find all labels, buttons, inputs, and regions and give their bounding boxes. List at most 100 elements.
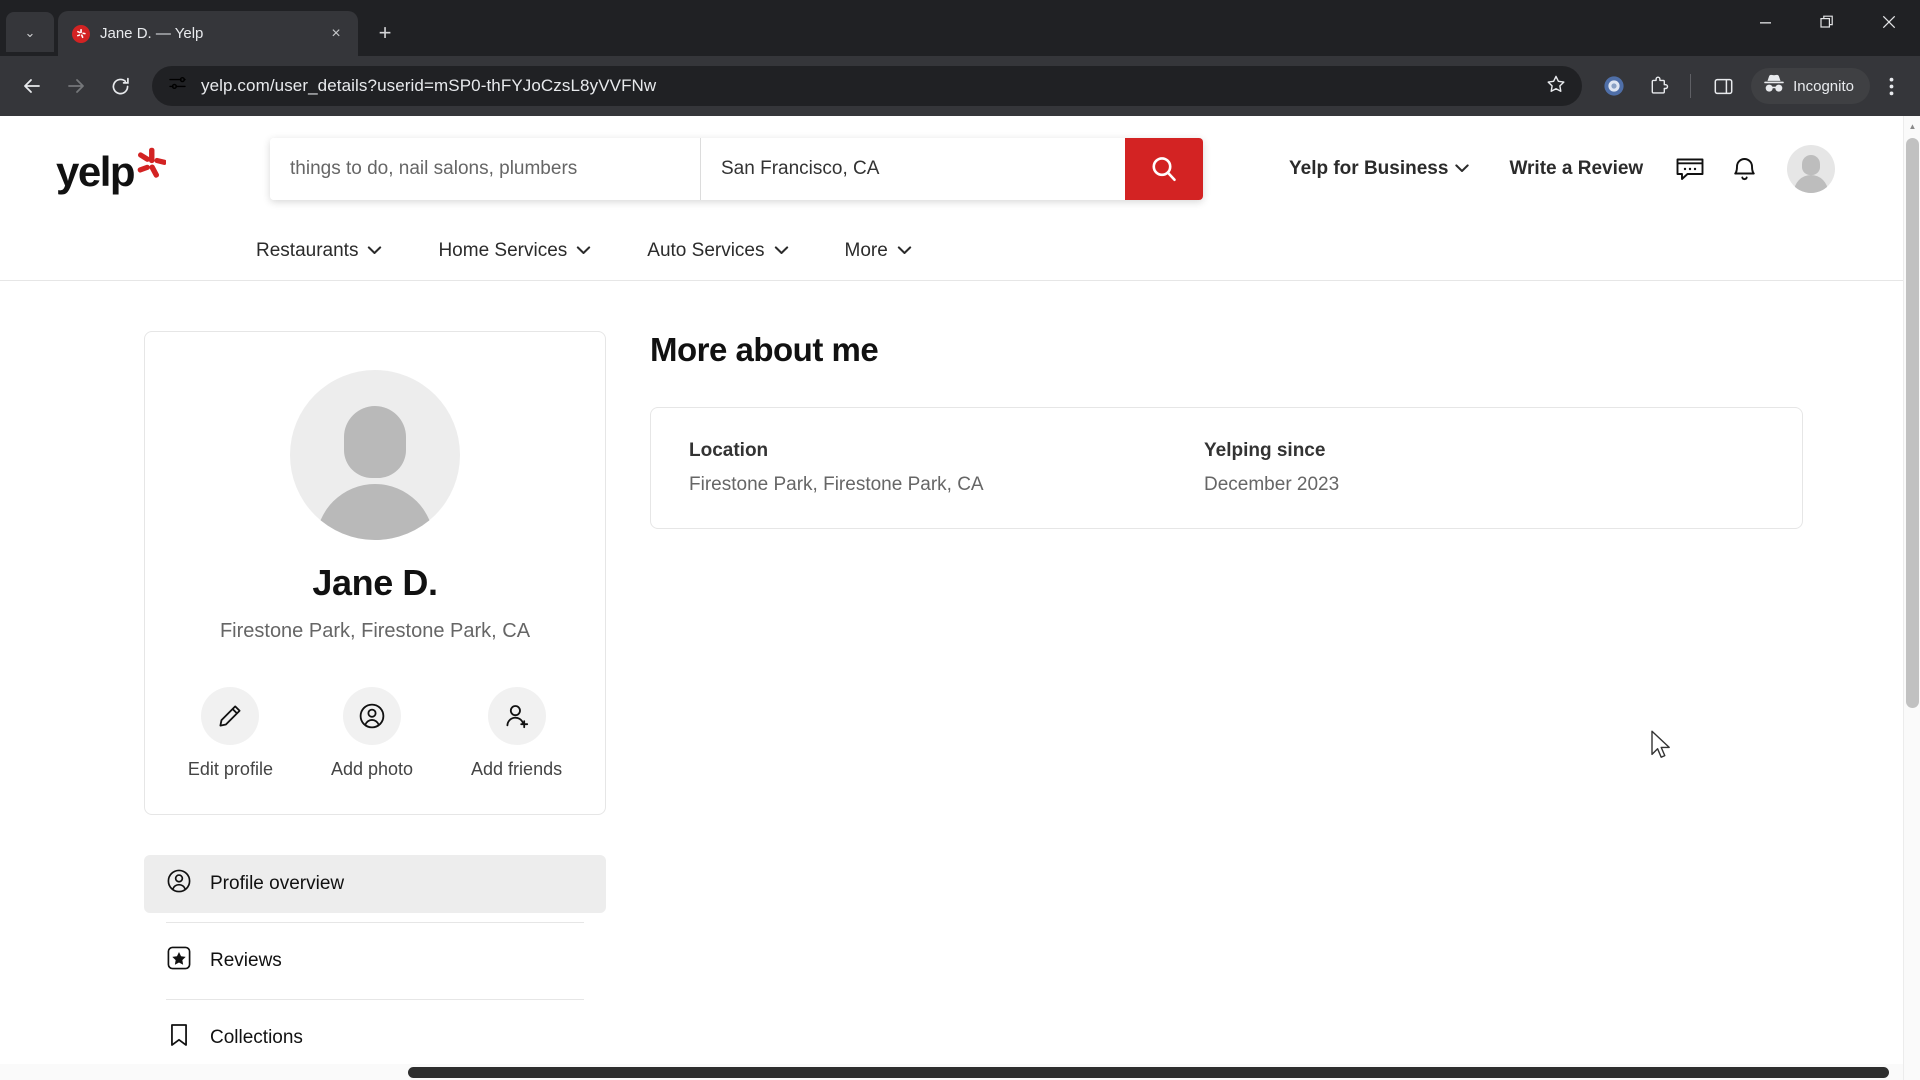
header-right-nav: Yelp for Business Write a Review <box>1269 142 1836 196</box>
profile-name: Jane D. <box>312 562 438 603</box>
back-icon[interactable] <box>12 66 52 106</box>
horizontal-scrollbar[interactable] <box>0 1064 1903 1080</box>
divider <box>166 999 584 1000</box>
forward-icon[interactable] <box>56 66 96 106</box>
toolbar-divider <box>1690 74 1692 98</box>
pencil-icon <box>201 687 260 745</box>
avatar-head <box>1802 154 1821 175</box>
yelp-burst-icon <box>72 24 90 43</box>
chevron-down-icon: ⌄ <box>24 24 36 40</box>
browser-menu-icon[interactable] <box>1874 66 1908 106</box>
vertical-scrollbar[interactable]: ▲ <box>1903 116 1920 1080</box>
avatar-body <box>316 484 434 540</box>
browser-tab[interactable]: Jane D. — Yelp × <box>58 11 358 56</box>
page-viewport: yelp things to do, nail salons, plumbers… <box>0 116 1920 1080</box>
info-yelping-since-value: December 2023 <box>1204 474 1340 495</box>
sidebar-item-reviews[interactable]: Reviews <box>144 932 606 990</box>
vertical-scrollbar-thumb[interactable] <box>1906 138 1919 708</box>
divider <box>166 922 584 923</box>
edit-profile-label: Edit profile <box>187 759 273 779</box>
subnav-item-home-services[interactable]: Home Services <box>410 240 619 262</box>
sidebar-item-label: Reviews <box>210 950 282 971</box>
messages-icon[interactable] <box>1663 142 1717 196</box>
profile-nav: Profile overview Reviews Collections <box>144 855 606 1064</box>
info-location-value: Firestone Park, Firestone Park, CA <box>689 474 984 495</box>
chevron-down-icon <box>577 246 591 254</box>
edit-profile-button[interactable]: Edit profile <box>188 687 273 780</box>
category-subnav: Restaurants Home Services Auto Services … <box>0 221 1903 281</box>
sidebar-item-collections[interactable]: Collections <box>144 1009 606 1064</box>
yelp-burst-icon <box>137 147 166 178</box>
page-content: Jane D. Firestone Park, Firestone Park, … <box>0 281 1903 1064</box>
close-icon[interactable]: × <box>324 22 348 46</box>
profile-location: Firestone Park, Firestone Park, CA <box>219 620 531 642</box>
incognito-icon <box>1763 74 1785 98</box>
incognito-badge[interactable]: Incognito <box>1751 68 1870 104</box>
subnav-label: Restaurants <box>256 239 359 261</box>
subnav-label: Auto Services <box>647 239 765 261</box>
bookmark-star-icon[interactable] <box>1546 74 1566 99</box>
sidebar-item-label: Collections <box>210 1027 303 1048</box>
restore-icon[interactable] <box>1796 0 1858 44</box>
person-circle-icon <box>342 687 401 745</box>
write-a-review-label: Write a Review <box>1509 157 1644 179</box>
avatar-head <box>344 406 406 478</box>
scroll-up-arrow-icon[interactable]: ▲ <box>1904 118 1920 135</box>
person-circle-icon <box>166 868 192 900</box>
browser-window: ⌄ Jane D. — Yelp × + yelp.com/user_detai… <box>0 0 1920 1080</box>
profile-sidebar: Jane D. Firestone Park, Firestone Park, … <box>144 331 606 1064</box>
info-location-label: Location <box>689 440 769 461</box>
avatar-body <box>1794 174 1829 193</box>
sidebar-item-profile-overview[interactable]: Profile overview <box>144 855 606 913</box>
sidebar-item-label: Profile overview <box>210 873 345 894</box>
about-info-card: Location Firestone Park, Firestone Park,… <box>650 407 1803 529</box>
subnav-item-auto-services[interactable]: Auto Services <box>619 240 816 262</box>
reload-icon[interactable] <box>100 66 140 106</box>
close-window-icon[interactable] <box>1858 0 1920 44</box>
subnav-label: More <box>844 239 888 261</box>
tab-title: Jane D. — Yelp <box>100 25 204 42</box>
tab-strip: ⌄ Jane D. — Yelp × + <box>0 0 1920 56</box>
write-a-review-link[interactable]: Write a Review <box>1489 158 1663 180</box>
star-square-icon <box>166 945 192 977</box>
extensions-icon[interactable] <box>1638 66 1678 106</box>
profile-pill-icon[interactable] <box>1594 66 1634 106</box>
tab-search-button[interactable]: ⌄ <box>6 12 54 52</box>
add-friends-label: Add friends <box>471 759 563 779</box>
profile-card: Jane D. Firestone Park, Firestone Park, … <box>144 331 606 815</box>
incognito-label: Incognito <box>1793 77 1854 95</box>
add-friends-button[interactable]: Add friends <box>471 687 562 780</box>
person-add-icon <box>487 687 546 745</box>
yelp-header: yelp things to do, nail salons, plumbers… <box>0 116 1903 221</box>
url-text: yelp.com/user_details?userid=mSP0-thFYJo… <box>201 76 657 95</box>
yelp-for-business-label: Yelp for Business <box>1289 157 1449 179</box>
chevron-down-icon <box>774 246 788 254</box>
location-input[interactable] <box>700 137 1125 200</box>
subnav-item-restaurants[interactable]: Restaurants <box>228 240 410 262</box>
horizontal-scrollbar-thumb[interactable] <box>408 1067 1889 1078</box>
minimize-icon[interactable] <box>1734 0 1796 44</box>
side-panel-icon[interactable] <box>1703 66 1743 106</box>
yelp-logo-text: yelp <box>56 147 136 195</box>
user-avatar[interactable] <box>1787 144 1836 193</box>
tune-icon[interactable] <box>168 74 187 98</box>
search-button[interactable] <box>1125 137 1203 200</box>
profile-avatar[interactable] <box>290 370 460 540</box>
subnav-item-more[interactable]: More <box>817 240 940 262</box>
add-photo-button[interactable]: Add photo <box>331 687 413 780</box>
subnav-label: Home Services <box>438 239 568 261</box>
search-bar <box>270 137 1203 200</box>
yelp-logo[interactable]: yelp <box>56 147 166 195</box>
notifications-bell-icon[interactable] <box>1717 142 1771 196</box>
window-controls <box>1734 0 1920 44</box>
info-location: Location Firestone Park, Firestone Park,… <box>689 440 1204 496</box>
search-input[interactable] <box>270 137 700 200</box>
profile-actions: Edit profile Add photo Add friends <box>188 687 562 780</box>
yelp-for-business-link[interactable]: Yelp for Business <box>1269 158 1489 180</box>
chevron-down-icon <box>368 246 382 254</box>
bookmark-icon <box>166 1022 192 1054</box>
browser-toolbar: yelp.com/user_details?userid=mSP0-thFYJo… <box>0 56 1920 116</box>
page-title: More about me <box>650 331 879 368</box>
new-tab-button[interactable]: + <box>368 16 402 50</box>
address-bar[interactable]: yelp.com/user_details?userid=mSP0-thFYJo… <box>152 66 1583 106</box>
